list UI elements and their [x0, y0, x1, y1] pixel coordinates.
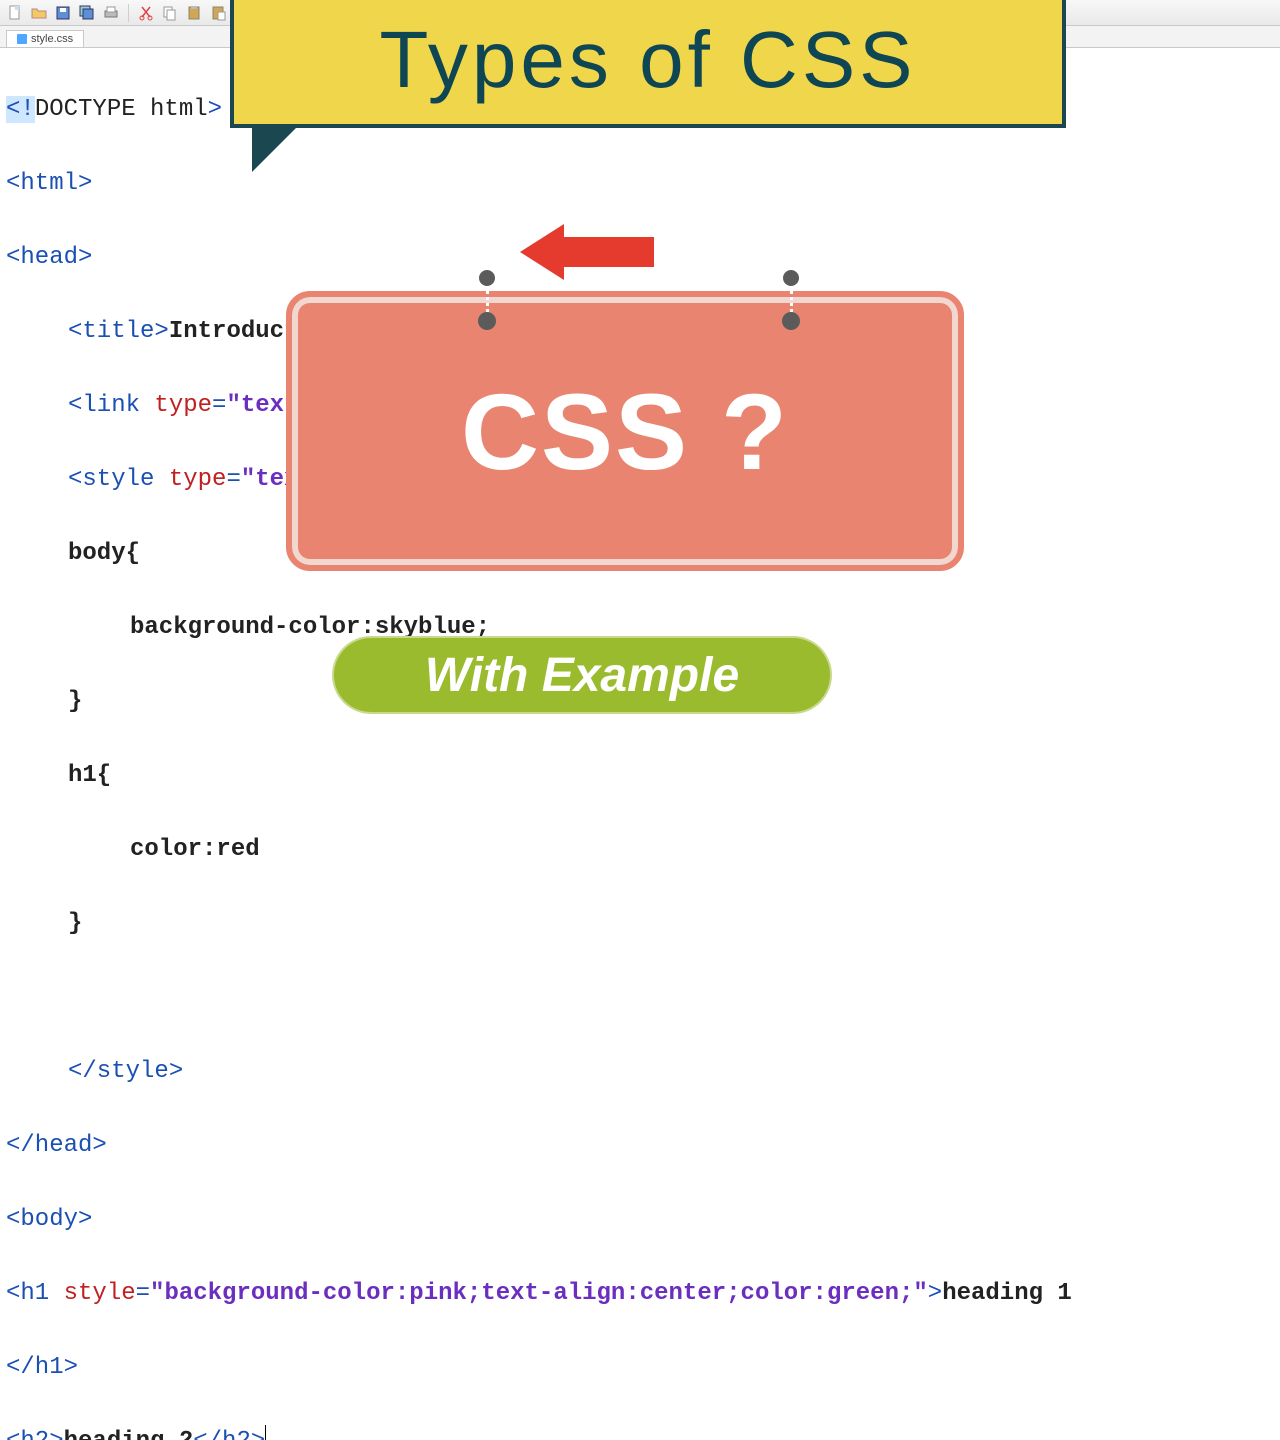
css-color-rule: color:red	[6, 831, 1274, 868]
h1-tag: h1	[20, 1280, 49, 1307]
tab-label: style.css	[31, 33, 73, 45]
css-question-card: CSS ?	[286, 291, 964, 571]
title-banner: Types of CSS	[230, 0, 1066, 128]
body-open: <body>	[6, 1201, 1274, 1238]
attr: type	[154, 392, 212, 419]
attr: type	[169, 466, 227, 493]
text-cursor	[265, 1425, 266, 1440]
toolbar-separator	[128, 4, 129, 22]
h2-text: heading 2	[64, 1428, 194, 1440]
doctype-text: DOCTYPE html	[35, 96, 208, 123]
doctype-close: >	[208, 96, 222, 123]
css-h1-sel: h1{	[6, 757, 1274, 794]
copy-icon[interactable]	[161, 4, 179, 22]
brace: }	[6, 905, 1274, 942]
h1-close: </h1>	[6, 1349, 1274, 1386]
style-close: </style>	[6, 1053, 1274, 1090]
new-file-icon[interactable]	[6, 4, 24, 22]
lt: <	[68, 392, 82, 419]
title-banner-pointer	[252, 128, 296, 172]
attr: style	[64, 1280, 136, 1307]
pill-text: With Example	[425, 648, 739, 703]
css-card-text: CSS ?	[461, 369, 789, 494]
open-file-icon[interactable]	[30, 4, 48, 22]
h2-open: <h2>	[6, 1428, 64, 1440]
cut-icon[interactable]	[137, 4, 155, 22]
link-tag: link	[82, 392, 140, 419]
h1-text: heading 1	[942, 1280, 1072, 1307]
doctype-sel: <!	[6, 96, 35, 123]
file-icon	[17, 34, 27, 44]
print-icon[interactable]	[102, 4, 120, 22]
html-open: <html>	[6, 165, 1274, 202]
with-example-pill: With Example	[332, 636, 832, 714]
red-arrow-icon	[520, 224, 654, 280]
save-icon[interactable]	[54, 4, 72, 22]
hanger-right	[790, 270, 792, 330]
tab-style-css[interactable]: style.css	[6, 30, 84, 47]
title-open: <title>	[68, 318, 169, 345]
paste-icon[interactable]	[185, 4, 203, 22]
paste-special-icon[interactable]	[209, 4, 227, 22]
save-all-icon[interactable]	[78, 4, 96, 22]
style-tag: style	[82, 466, 154, 493]
val: "background-color:pink;text-align:center…	[150, 1280, 928, 1307]
hanger-left	[486, 270, 488, 330]
h2-close: </h2>	[193, 1428, 265, 1440]
head-close: </head>	[6, 1127, 1274, 1164]
title-text: Types of CSS	[379, 14, 916, 106]
